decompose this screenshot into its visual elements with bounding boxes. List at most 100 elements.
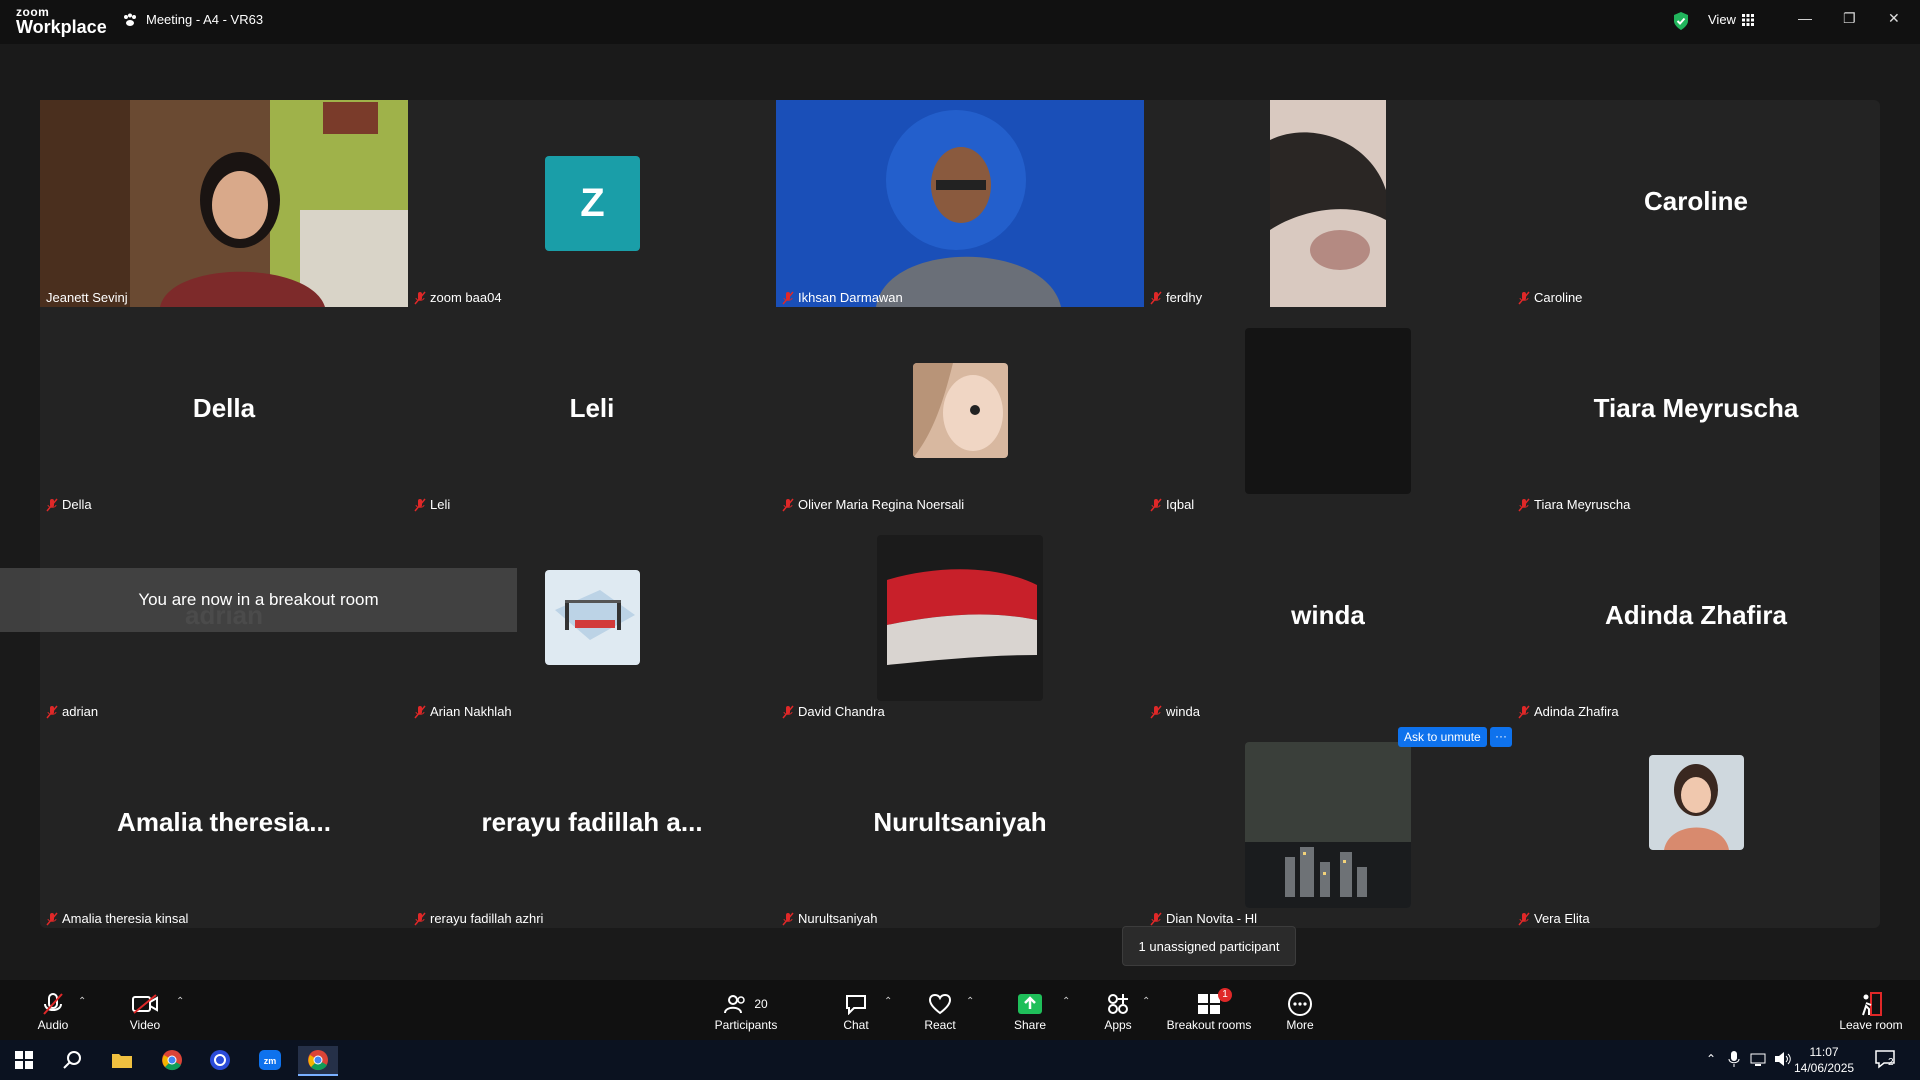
apps-button[interactable]: Apps [1098, 990, 1138, 1032]
audio-button[interactable]: Audio [34, 990, 72, 1032]
participant-tile[interactable]: David Chandra [776, 514, 1144, 721]
breakout-rooms-button[interactable]: 1 Breakout rooms [1164, 988, 1254, 1032]
react-button[interactable]: React [920, 990, 960, 1032]
participant-tile[interactable]: Ikhsan Darmawan [776, 100, 1144, 307]
participant-name-label: Arian Nakhlah [414, 704, 512, 719]
video-gallery: Jeanett Sevinj Z zoom baa04 Ikhsan Darma… [40, 100, 1880, 928]
mic-off-icon [414, 291, 426, 304]
search-icon[interactable] [52, 1046, 92, 1074]
network-icon[interactable] [1750, 1051, 1766, 1072]
participant-name-label: adrian [46, 704, 98, 719]
more-icon [1288, 992, 1312, 1016]
participant-tile[interactable]: Vera Elita [1512, 721, 1880, 928]
participant-name-label: Adinda Zhafira [1518, 704, 1619, 719]
participant-name-label: rerayu fadillah azhri [414, 911, 543, 926]
tray-chevron-up-icon[interactable]: ⌃ [1706, 1052, 1716, 1066]
participant-name-label: Leli [414, 497, 450, 512]
participant-tile[interactable]: rerayu fadillah a... rerayu fadillah azh… [408, 721, 776, 928]
shield-icon[interactable] [1672, 11, 1690, 31]
participant-tile[interactable]: Tiara Meyruscha Tiara Meyruscha [1512, 307, 1880, 514]
participant-name-display: rerayu fadillah a... [481, 807, 703, 837]
share-button[interactable]: Share [1010, 990, 1050, 1032]
participants-icon [724, 995, 746, 1014]
chrome-icon[interactable] [152, 1046, 192, 1074]
participant-tile[interactable]: Della Della [40, 307, 408, 514]
chat-button[interactable]: Chat [836, 990, 876, 1032]
chat-icon [846, 995, 866, 1015]
participant-tile[interactable]: Leli Leli [408, 307, 776, 514]
mic-off-icon [1518, 912, 1530, 925]
breakout-room-notification: You are now in a breakout room [0, 568, 517, 632]
clock-date: 14/06/2025 [1794, 1061, 1855, 1075]
title-bar: zoom Workplace Meeting - A4 - VR63 View … [0, 0, 1920, 44]
grid-icon [1741, 13, 1754, 26]
participant-name-label: winda [1150, 704, 1200, 719]
participant-tile[interactable]: winda winda [1144, 514, 1512, 721]
participant-avatar [877, 535, 1043, 701]
participant-tile[interactable]: Dian Novita - Hl [1144, 721, 1512, 928]
chat-options-chevron-icon[interactable]: ⌃ [884, 996, 892, 1007]
restore-icon[interactable]: ❐ [1843, 10, 1856, 27]
mic-off-icon [414, 498, 426, 511]
participant-name-display: Tiara Meyruscha [1593, 393, 1799, 423]
participant-name-label: Dian Novita - Hl [1150, 911, 1257, 926]
volume-icon[interactable] [1774, 1051, 1792, 1072]
meeting-toolbar: Audio ⌃ Video ⌃ 20 Participants Chat ⌃ R… [0, 980, 1920, 1040]
mic-off-icon [46, 705, 58, 718]
leave-room-button[interactable]: Leave room [1836, 990, 1906, 1032]
participant-name-display: Amalia theresia... [117, 807, 331, 837]
video-button[interactable]: Video [126, 990, 164, 1032]
zoom-taskbar-icon[interactable]: zm [250, 1046, 290, 1074]
participant-tile[interactable]: Nurultsaniyah Nurultsaniyah [776, 721, 1144, 928]
audio-options-chevron-icon[interactable]: ⌃ [78, 996, 86, 1007]
video-off-icon [132, 994, 158, 1014]
participant-avatar [1245, 328, 1411, 494]
leave-room-icon [1862, 992, 1882, 1016]
video-options-chevron-icon[interactable]: ⌃ [176, 996, 184, 1007]
participant-tile[interactable]: Oliver Maria Regina Noersali [776, 307, 1144, 514]
mic-off-icon [1518, 291, 1530, 304]
meeting-title[interactable]: Meeting - A4 - VR63 [122, 12, 263, 27]
participant-tile[interactable]: Jeanett Sevinj [40, 100, 408, 307]
mic-off-icon [1150, 912, 1162, 925]
browser-icon[interactable] [200, 1046, 240, 1074]
react-options-chevron-icon[interactable]: ⌃ [966, 996, 974, 1007]
participant-tile[interactable]: Iqbal [1144, 307, 1512, 514]
close-icon[interactable]: ✕ [1888, 10, 1900, 27]
view-button[interactable]: View [1708, 12, 1754, 27]
meeting-title-text: Meeting - A4 - VR63 [146, 12, 264, 27]
tray-mic-icon[interactable] [1728, 1050, 1740, 1073]
participant-name-label: Amalia theresia kinsal [46, 911, 188, 926]
apps-options-chevron-icon[interactable]: ⌃ [1142, 996, 1150, 1007]
participant-video [776, 100, 1144, 307]
ask-to-unmute-button[interactable]: Ask to unmute [1398, 727, 1487, 747]
tile-more-button[interactable]: ··· [1490, 727, 1512, 747]
windows-start-icon[interactable] [4, 1046, 44, 1074]
minimize-icon[interactable]: — [1798, 10, 1812, 26]
participant-name-display: Della [192, 393, 256, 423]
file-explorer-icon[interactable] [102, 1046, 142, 1074]
notification-center-icon[interactable]: 2 [1874, 1049, 1896, 1074]
participant-name-label: Oliver Maria Regina Noersali [782, 497, 964, 512]
breakout-badge: 1 [1218, 988, 1232, 1002]
participant-tile[interactable]: Amalia theresia... Amalia theresia kinsa… [40, 721, 408, 928]
participants-button[interactable]: 20 Participants [710, 990, 782, 1032]
mic-off-icon [43, 993, 63, 1015]
heart-icon [928, 993, 952, 1015]
participant-tile[interactable]: ferdhy [1144, 100, 1512, 307]
participant-avatar: Z [545, 156, 640, 251]
participant-name-label: Caroline [1518, 290, 1582, 305]
participant-avatar [1649, 755, 1744, 850]
participant-tile[interactable]: Caroline Caroline [1512, 100, 1880, 307]
svg-text:zm: zm [264, 1056, 277, 1066]
share-options-chevron-icon[interactable]: ⌃ [1062, 996, 1070, 1007]
chrome-active-icon[interactable] [298, 1046, 338, 1076]
participant-tile[interactable]: Z zoom baa04 [408, 100, 776, 307]
more-button[interactable]: More [1280, 990, 1320, 1032]
participant-name-label: zoom baa04 [414, 290, 502, 305]
participant-name-label: Jeanett Sevinj [46, 290, 128, 305]
brand-bottom: Workplace [16, 17, 107, 37]
system-clock[interactable]: 11:07 14/06/2025 [1794, 1044, 1854, 1076]
participant-tile[interactable]: Adinda Zhafira Adinda Zhafira [1512, 514, 1880, 721]
mic-off-icon [1518, 705, 1530, 718]
